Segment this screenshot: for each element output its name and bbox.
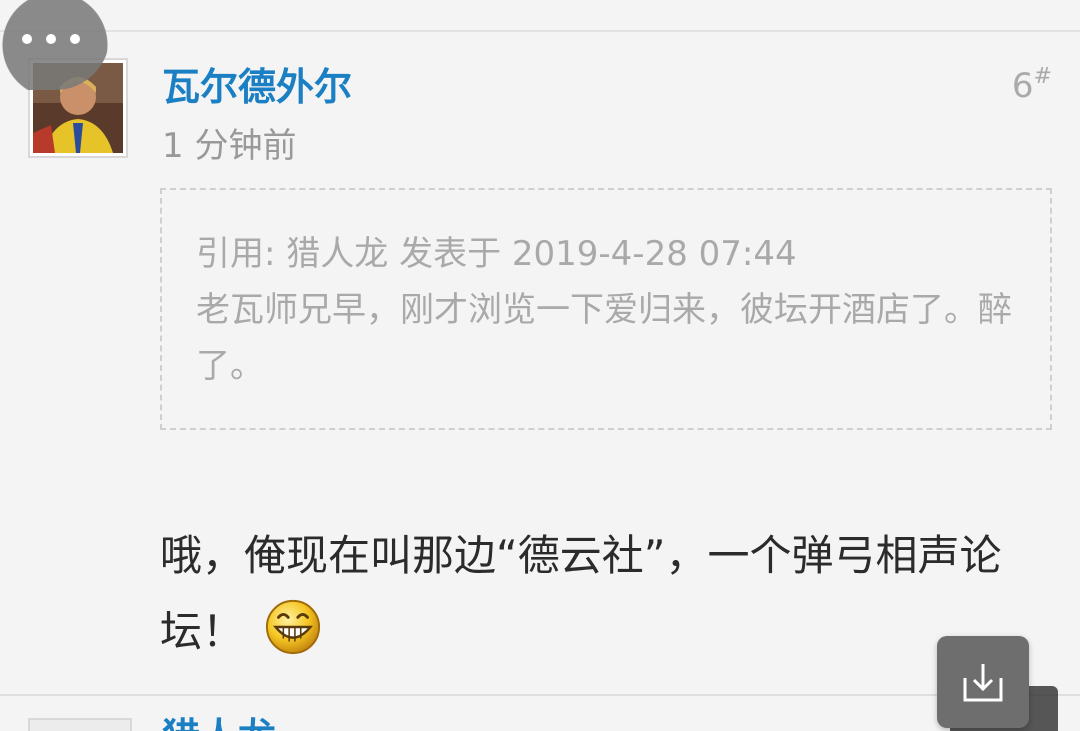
quote-header: 引用: 猎人龙 发表于 2019-4-28 07:44 [196, 234, 797, 274]
post-author-name[interactable]: 瓦尔德外尔 [162, 56, 352, 111]
more-dots-icon [22, 34, 80, 44]
avatar[interactable] [28, 718, 132, 731]
floor-symbol: # [1033, 64, 1052, 89]
post-timestamp: 1 分钟前 [162, 126, 297, 166]
save-button[interactable] [937, 636, 1029, 728]
quote-body: 老瓦师兄早，刚才浏览一下爱归来，彼坛开酒店了。醉了。 [196, 290, 1012, 386]
forum-thread-page: 瓦尔德外尔 1 分钟前 6# 引用: 猎人龙 发表于 2019-4-28 07:… [0, 0, 1080, 731]
download-icon [963, 664, 1003, 702]
post-author-name[interactable]: 猎人龙 [162, 706, 276, 731]
divider [0, 30, 1080, 32]
floor-number: 6# [1012, 64, 1052, 106]
floor-number-value: 6 [1011, 66, 1034, 106]
grinning-face-icon [265, 599, 321, 655]
quote-block: 引用: 猎人龙 发表于 2019-4-28 07:44 老瓦师兄早，刚才浏览一下… [160, 188, 1052, 430]
divider [0, 694, 1080, 696]
post-content: 哦，俺现在叫那边“德云社”，一个弹弓相声论坛！ [160, 518, 1040, 670]
